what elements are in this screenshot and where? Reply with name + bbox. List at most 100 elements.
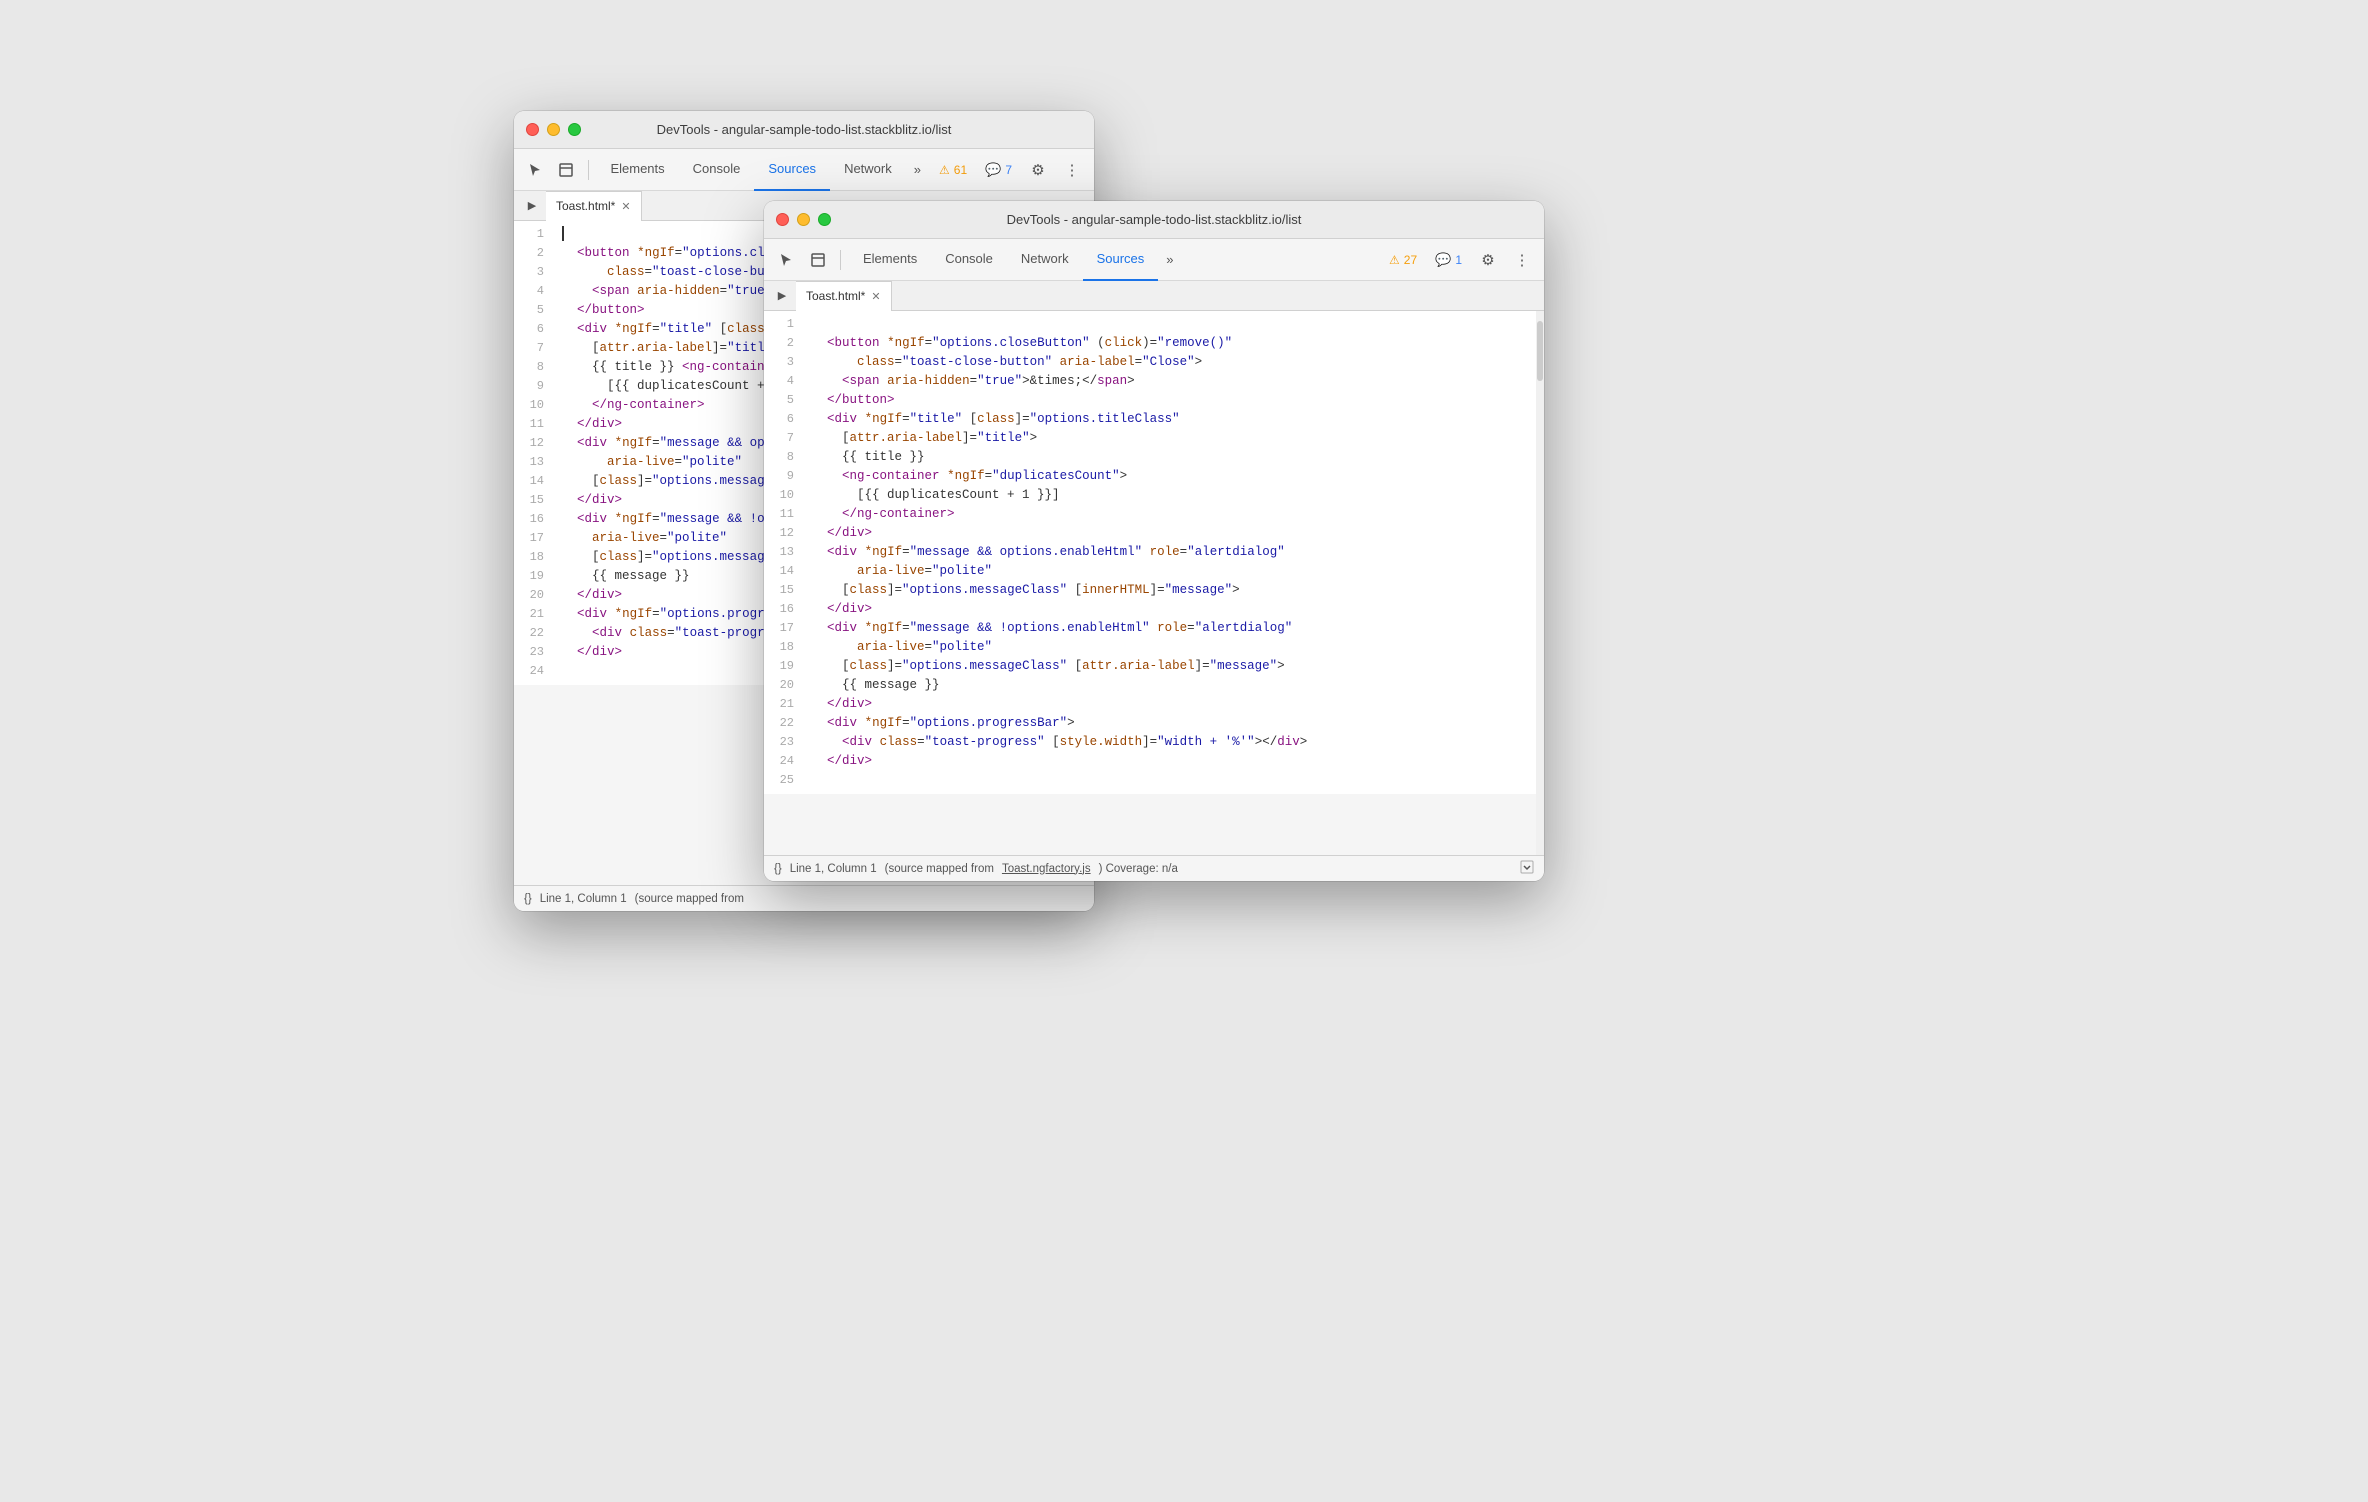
file-tab-front[interactable]: Toast.html* ✕ bbox=[796, 281, 892, 311]
tab-elements-back[interactable]: Elements bbox=[596, 149, 678, 191]
scroll-to-bottom-icon[interactable] bbox=[1520, 860, 1534, 877]
tab-console-front[interactable]: Console bbox=[931, 239, 1007, 281]
title-bar-back: DevTools - angular-sample-todo-list.stac… bbox=[514, 111, 1094, 149]
f-code-line-19: 19 [class]="options.messageClass" [attr.… bbox=[764, 657, 1544, 676]
panel-icon-back[interactable] bbox=[553, 156, 580, 184]
comment-icon-front: 💬 bbox=[1435, 252, 1451, 268]
code-wrapper-front: 1 2 <button *ngIf="options.closeButton" … bbox=[764, 311, 1544, 855]
warning-badge-back[interactable]: ⚠ 61 bbox=[933, 161, 973, 179]
tab-sources-back[interactable]: Sources bbox=[754, 149, 830, 191]
format-icon-back[interactable]: {} bbox=[524, 893, 532, 905]
close-button-front[interactable] bbox=[776, 213, 789, 226]
f-code-line-25: 25 bbox=[764, 771, 1544, 790]
minimize-button-front[interactable] bbox=[797, 213, 810, 226]
f-code-line-12: 12 </div> bbox=[764, 524, 1544, 543]
warning-badge-front[interactable]: ⚠ 27 bbox=[1383, 251, 1423, 269]
warning-count-back: 61 bbox=[954, 163, 967, 177]
file-tab-close-back[interactable]: ✕ bbox=[621, 200, 630, 213]
devtools-window-front: DevTools - angular-sample-todo-list.stac… bbox=[764, 201, 1544, 881]
f-code-line-17: 17 <div *ngIf="message && !options.enabl… bbox=[764, 619, 1544, 638]
tab-elements-front[interactable]: Elements bbox=[849, 239, 931, 281]
warning-icon-front: ⚠ bbox=[1389, 253, 1400, 267]
tab-console-back[interactable]: Console bbox=[679, 149, 755, 191]
tab-bar-back: Elements Console Sources Network » bbox=[596, 149, 929, 191]
source-mapped-front: (source mapped from bbox=[885, 863, 994, 875]
code-area-front: 1 2 <button *ngIf="options.closeButton" … bbox=[764, 311, 1544, 855]
status-bar-front: {} Line 1, Column 1 (source mapped from … bbox=[764, 855, 1544, 881]
f-code-line-1: 1 bbox=[764, 315, 1544, 334]
f-code-line-18: 18 aria-live="polite" bbox=[764, 638, 1544, 657]
tab-bar-front: Elements Console Network Sources » bbox=[849, 239, 1379, 281]
format-icon-front[interactable]: {} bbox=[774, 863, 782, 875]
coverage-front: ) Coverage: n/a bbox=[1099, 863, 1178, 875]
toolbar-right-back: ⚠ 61 💬 7 ⚙ ⋮ bbox=[933, 156, 1086, 184]
f-code-line-11: 11 </ng-container> bbox=[764, 505, 1544, 524]
f-code-line-8: 8 {{ title }} bbox=[764, 448, 1544, 467]
f-code-line-4: 4 <span aria-hidden="true">&times;</span… bbox=[764, 372, 1544, 391]
comment-badge-back[interactable]: 💬 7 bbox=[979, 160, 1018, 180]
file-tab-close-front[interactable]: ✕ bbox=[871, 290, 880, 303]
cursor-position-back: Line 1, Column 1 bbox=[540, 893, 627, 905]
comment-badge-front[interactable]: 💬 1 bbox=[1429, 250, 1468, 270]
traffic-lights-front bbox=[776, 213, 831, 226]
tab-sources-front[interactable]: Sources bbox=[1083, 239, 1159, 281]
play-icon-front[interactable]: ▶ bbox=[772, 286, 792, 306]
maximize-button-back[interactable] bbox=[568, 123, 581, 136]
f-code-line-23: 23 <div class="toast-progress" [style.wi… bbox=[764, 733, 1544, 752]
gear-icon-front[interactable]: ⚙ bbox=[1474, 246, 1502, 274]
f-code-line-16: 16 </div> bbox=[764, 600, 1544, 619]
comment-count-front: 1 bbox=[1455, 253, 1462, 267]
f-code-line-9: 9 <ng-container *ngIf="duplicatesCount"> bbox=[764, 467, 1544, 486]
f-code-line-5: 5 </button> bbox=[764, 391, 1544, 410]
window-content-front: Elements Console Network Sources » ⚠ 27 … bbox=[764, 239, 1544, 881]
scrollbar-thumb-front[interactable] bbox=[1537, 321, 1543, 381]
status-bar-back: {} Line 1, Column 1 (source mapped from bbox=[514, 885, 1094, 911]
f-code-line-3: 3 class="toast-close-button" aria-label=… bbox=[764, 353, 1544, 372]
comment-icon-back: 💬 bbox=[985, 162, 1001, 178]
tab-overflow-back[interactable]: » bbox=[906, 162, 929, 177]
traffic-lights-back bbox=[526, 123, 581, 136]
tab-overflow-front[interactable]: » bbox=[1158, 252, 1181, 267]
source-link-front[interactable]: Toast.ngfactory.js bbox=[1002, 863, 1091, 875]
f-code-line-6: 6 <div *ngIf="title" [class]="options.ti… bbox=[764, 410, 1544, 429]
panel-icon-front[interactable] bbox=[804, 246, 832, 274]
f-code-line-13: 13 <div *ngIf="message && options.enable… bbox=[764, 543, 1544, 562]
more-icon-back[interactable]: ⋮ bbox=[1058, 156, 1086, 184]
toolbar-back: Elements Console Sources Network » ⚠ 61 … bbox=[514, 149, 1094, 191]
warning-icon-back: ⚠ bbox=[939, 163, 950, 177]
window-title-front: DevTools - angular-sample-todo-list.stac… bbox=[1007, 212, 1302, 227]
f-code-line-22: 22 <div *ngIf="options.progressBar"> bbox=[764, 714, 1544, 733]
cursor-icon-back[interactable] bbox=[522, 156, 549, 184]
tab-network-front[interactable]: Network bbox=[1007, 239, 1083, 281]
f-code-line-2: 2 <button *ngIf="options.closeButton" (c… bbox=[764, 334, 1544, 353]
more-icon-front[interactable]: ⋮ bbox=[1508, 246, 1536, 274]
close-button-back[interactable] bbox=[526, 123, 539, 136]
code-editor-front[interactable]: 1 2 <button *ngIf="options.closeButton" … bbox=[764, 311, 1544, 794]
f-code-line-14: 14 aria-live="polite" bbox=[764, 562, 1544, 581]
cursor-position-front: Line 1, Column 1 bbox=[790, 863, 877, 875]
toolbar-right-front: ⚠ 27 💬 1 ⚙ ⋮ bbox=[1383, 246, 1536, 274]
scrollbar-front[interactable] bbox=[1536, 311, 1544, 855]
play-icon-back[interactable]: ▶ bbox=[522, 196, 542, 216]
file-tab-name-back: Toast.html* bbox=[556, 199, 615, 213]
toolbar-separator-front bbox=[840, 250, 841, 270]
f-code-line-20: 20 {{ message }} bbox=[764, 676, 1544, 695]
f-code-line-15: 15 [class]="options.messageClass" [inner… bbox=[764, 581, 1544, 600]
cursor-icon-front[interactable] bbox=[772, 246, 800, 274]
title-bar-front: DevTools - angular-sample-todo-list.stac… bbox=[764, 201, 1544, 239]
comment-count-back: 7 bbox=[1005, 163, 1012, 177]
f-code-line-24: 24 </div> bbox=[764, 752, 1544, 771]
minimize-button-back[interactable] bbox=[547, 123, 560, 136]
toolbar-separator-back bbox=[588, 160, 589, 180]
tab-network-back[interactable]: Network bbox=[830, 149, 906, 191]
gear-icon-back[interactable]: ⚙ bbox=[1024, 156, 1052, 184]
f-code-line-7: 7 [attr.aria-label]="title"> bbox=[764, 429, 1544, 448]
file-tab-name-front: Toast.html* bbox=[806, 289, 865, 303]
warning-count-front: 27 bbox=[1404, 253, 1417, 267]
file-tab-bar-front: ▶ Toast.html* ✕ bbox=[764, 281, 1544, 311]
f-code-line-21: 21 </div> bbox=[764, 695, 1544, 714]
f-code-line-10: 10 [{{ duplicatesCount + 1 }}] bbox=[764, 486, 1544, 505]
maximize-button-front[interactable] bbox=[818, 213, 831, 226]
file-tab-back[interactable]: Toast.html* ✕ bbox=[546, 191, 642, 221]
toolbar-front: Elements Console Network Sources » ⚠ 27 … bbox=[764, 239, 1544, 281]
